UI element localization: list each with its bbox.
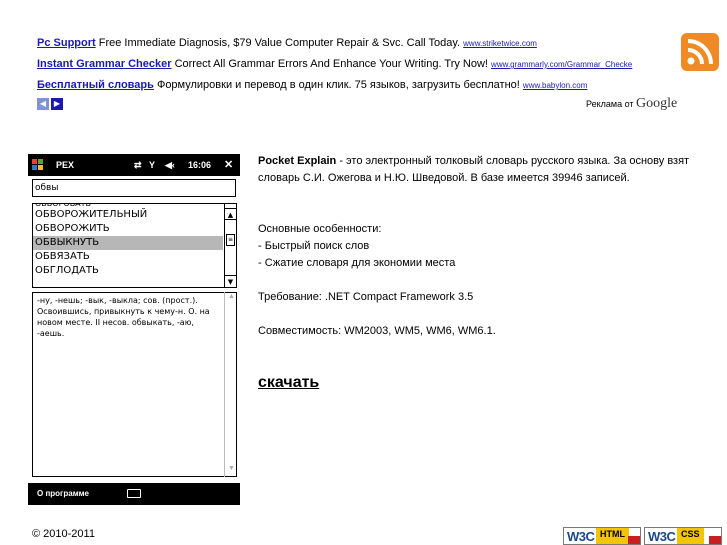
ads-by-label: Реклама от [586,99,634,109]
checkmark-icon [709,536,721,544]
sync-icon: ⇄ [134,160,142,170]
ads-by-google[interactable]: Реклама от Google [586,96,677,112]
word-search-input[interactable]: обвы [32,179,236,197]
download-link[interactable]: скачать [258,374,319,392]
volume-icon: ◀‹ [165,160,175,170]
w3c-logo: W3C [648,529,676,544]
w3c-html-badge[interactable]: W3C HTML [563,527,641,545]
device-title-bar: PEX ⇄ Y ◀‹ 16:06 ✕ [28,154,240,176]
app-name: Pocket Explain [258,155,337,167]
close-icon[interactable]: ✕ [224,154,233,176]
ad-title-link[interactable]: Бесплатный словарь [37,79,154,91]
google-logo: Google [636,96,678,111]
scroll-up-arrow-icon[interactable]: ▲ [225,208,236,220]
device-app-title: PEX [56,160,75,170]
scroll-down-arrow-icon[interactable]: ▼ [226,465,237,476]
ad-title-link[interactable]: Instant Grammar Checker [37,58,172,70]
ad-line: Pc Support Free Immediate Diagnosis, $79… [37,36,677,57]
keyboard-icon[interactable] [127,489,141,498]
ad-text: Формулировки и перевод в один клик. 75 я… [156,79,520,91]
badge-language: CSS [677,528,704,544]
device-menu-bar: О программе [28,483,240,505]
signal-icon: Y [149,160,156,170]
ad-text: Correct All Grammar Errors And Enhance Y… [174,58,488,70]
list-item[interactable]: ОБВЯЗАТЬ [33,250,223,264]
device-status-area: ⇄ Y ◀‹ 16:06 ✕ [134,154,236,176]
ad-url-link[interactable]: www.striketwice.com [463,39,537,48]
feature-item: - Сжатие словаря для экономии места [258,257,456,269]
ad-title-link[interactable]: Pc Support [37,37,96,49]
app-description: Pocket Explain - это электронный толковы… [258,153,713,340]
word-list: ОБВОРОВАТЬ ОБВОРОЖИТЕЛЬНЫЙ ОБВОРОЖИТЬ ОБ… [32,203,237,288]
ad-block: Pc Support Free Immediate Diagnosis, $79… [37,36,677,99]
next-ad-button[interactable]: ▶ [51,98,63,110]
scroll-down-arrow-icon[interactable]: ▼ [225,275,236,287]
device-screenshot: PEX ⇄ Y ◀‹ 16:06 ✕ обвы ОБВОРОВАТЬ ОБВОР… [28,154,240,505]
scrollbar-thumb[interactable]: ≡ [226,234,235,246]
checkmark-icon [628,536,640,544]
compatibility-text: Совместимость: WM2003, WM5, WM6, WM6.1. [258,325,496,337]
word-list-scrollbar[interactable]: ▲ ≡ ▼ [224,204,236,287]
copyright: © 2010-2011 [32,528,95,540]
w3c-logo: W3C [567,529,595,544]
definition-text: -ну, -нешь; -вык, -выкла; сов. (прост.).… [32,292,237,477]
features-heading: Основные особенности: [258,223,382,235]
ad-text: Free Immediate Diagnosis, $79 Value Comp… [98,37,461,49]
scroll-up-arrow-icon[interactable]: ▲ [226,293,237,304]
list-item[interactable]: ОБГЛОДАТЬ [33,264,223,278]
ad-url-link[interactable]: www.babylon.com [523,81,587,90]
definition-scrollbar[interactable]: ▲ ▼ [224,292,237,477]
intro-paragraph: Pocket Explain - это электронный толковы… [258,153,713,187]
windows-start-icon [32,159,44,171]
ad-navigation: ◀ ▶ [37,98,63,110]
previous-ad-button[interactable]: ◀ [37,98,49,110]
device-clock: 16:06 [188,160,212,170]
badge-language: HTML [596,528,629,544]
list-item-selected[interactable]: ОБВЫКНУТЬ [33,236,223,250]
ad-line: Instant Grammar Checker Correct All Gram… [37,57,677,78]
feature-item: - Быстрый поиск слов [258,240,370,252]
rss-feed-icon[interactable] [681,33,719,71]
w3c-css-badge[interactable]: W3C CSS [644,527,722,545]
ad-url-link[interactable]: www.grammarly.com/Grammar_Checke [491,60,632,69]
ad-line: Бесплатный словарь Формулировки и перево… [37,78,677,99]
list-item[interactable]: ОБВОРОЖИТЕЛЬНЫЙ [33,208,223,222]
requirement-text: Требование: .NET Compact Framework 3.5 [258,291,474,303]
list-item[interactable]: ОБВОРОЖИТЬ [33,222,223,236]
about-menu-button[interactable]: О программе [37,483,89,505]
